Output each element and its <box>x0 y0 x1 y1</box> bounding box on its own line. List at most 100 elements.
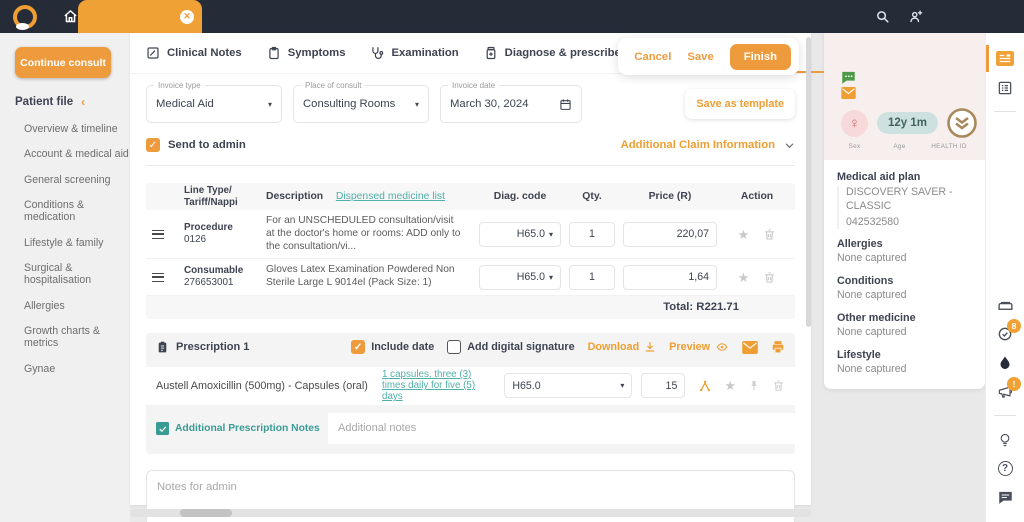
tab-examination[interactable]: Examination <box>370 46 459 60</box>
sidebar-item-account[interactable]: Account & medical aid <box>15 148 130 160</box>
price-input[interactable]: 220,07 <box>623 221 717 247</box>
invoice-line-row: Consumable 276653001 Gloves Latex Examina… <box>146 259 795 296</box>
app-logo-icon <box>13 4 37 30</box>
health-id-badge-icon[interactable] <box>947 108 977 138</box>
email-icon[interactable] <box>742 340 758 354</box>
add-patient-icon[interactable] <box>908 9 924 24</box>
rail-bed-icon[interactable] <box>986 290 1024 319</box>
medical-aid-plan-number: 042532580 <box>846 215 900 228</box>
print-icon[interactable] <box>771 340 785 354</box>
save-as-template-button[interactable]: Save as template <box>685 89 795 119</box>
sidebar-item-allergies[interactable]: Allergies <box>15 300 130 312</box>
clinical-notes-icon <box>146 46 160 60</box>
drag-handle-icon[interactable] <box>152 272 164 282</box>
chevron-down-icon: ▾ <box>548 229 553 239</box>
dispensed-medicine-list-link[interactable]: Dispensed medicine list <box>336 191 445 202</box>
clipboard-icon <box>267 46 281 60</box>
summary-section: Lifestyle None captured <box>837 348 907 375</box>
sidebar-item-lifestyle[interactable]: Lifestyle & family <box>15 237 130 249</box>
cancel-button[interactable]: Cancel <box>634 51 671 63</box>
delete-trash-icon[interactable] <box>763 228 776 241</box>
email-envelope-icon[interactable] <box>841 87 985 99</box>
rail-help-icon[interactable]: ? <box>986 454 1024 483</box>
rail-summary-icon[interactable] <box>986 73 1024 102</box>
tasks-count-badge: 8 <box>1007 319 1021 333</box>
age-label: Age <box>893 143 906 150</box>
patient-summary-card: ♀ 12y 1m Sex Age HEALTH ID Medical aid p… <box>824 33 985 390</box>
save-button[interactable]: Save <box>687 51 713 63</box>
rail-divider <box>994 111 1016 112</box>
top-bar: ✕ <box>0 0 1024 33</box>
pin-icon[interactable] <box>748 379 760 392</box>
horizontal-scrollbar-track[interactable] <box>130 509 811 517</box>
chat-message-icon[interactable] <box>841 71 985 84</box>
sidebar-item-overview[interactable]: Overview & timeline <box>15 123 130 135</box>
invoice-total: Total: R221.71 <box>146 295 795 319</box>
delete-trash-icon[interactable] <box>763 271 776 284</box>
favourite-star-icon[interactable]: ★ <box>724 379 736 392</box>
search-icon[interactable] <box>875 9 890 24</box>
rail-divider <box>994 415 1016 416</box>
drag-handle-icon[interactable] <box>152 229 164 239</box>
invoice-form-row: Invoice type Medical Aid ▾ Place of cons… <box>146 81 795 123</box>
sidebar-item-growth[interactable]: Growth charts & metrics <box>15 325 130 349</box>
consult-action-card: Cancel Save Finish <box>618 38 799 75</box>
prescription-section: Prescription 1 ✓ Include date Add digita… <box>146 332 795 454</box>
rail-tasks-icon[interactable]: 8 <box>986 319 1024 348</box>
tab-diagnose-prescribe[interactable]: Diagnose & prescribe <box>484 46 621 60</box>
send-admin-checkbox[interactable]: ✓ <box>146 138 160 152</box>
qty-input[interactable]: 1 <box>569 221 615 247</box>
eye-icon <box>716 343 728 352</box>
horizontal-scrollbar-thumb[interactable] <box>180 509 232 517</box>
rail-ink-drop-icon[interactable] <box>986 348 1024 377</box>
patient-tab[interactable]: ✕ <box>78 0 202 33</box>
chevron-down-icon: ▾ <box>267 99 272 109</box>
right-icon-rail: 8 ! ? <box>985 33 1024 522</box>
include-date-checkbox[interactable]: ✓ Include date <box>351 340 434 355</box>
rail-announcements-icon[interactable]: ! <box>986 377 1024 406</box>
sidebar-item-surgical[interactable]: Surgical & hospitalisation <box>15 262 130 286</box>
generic-substitute-icon[interactable] <box>698 379 712 393</box>
place-of-consult-select[interactable]: Place of consult Consulting Rooms ▾ <box>293 81 429 123</box>
table-header-row: Line Type/Tariff/Nappi Description Dispe… <box>146 183 795 210</box>
diag-code-select[interactable]: H65.0 ▾ <box>479 264 561 290</box>
rx-qty-input[interactable]: 15 <box>641 373 686 399</box>
continue-consult-button[interactable]: Continue consult <box>15 47 111 78</box>
prescription-medicine-row: Austell Amoxicillin (500mg) - Capsules (… <box>146 366 795 405</box>
dosage-link[interactable]: 1 capsules, three (3) times daily for fi… <box>382 369 504 402</box>
delete-trash-icon[interactable] <box>772 379 785 392</box>
rail-billing-icon[interactable] <box>986 44 1024 73</box>
favourite-star-icon[interactable]: ★ <box>738 228 750 241</box>
preview-link[interactable]: Preview <box>669 341 729 353</box>
qty-input[interactable]: 1 <box>569 264 615 290</box>
medicine-name: Austell Amoxicillin (500mg) - Capsules (… <box>156 379 368 392</box>
download-icon <box>645 342 655 352</box>
diag-code-select[interactable]: H65.0 ▾ <box>479 221 561 247</box>
vertical-scrollbar[interactable] <box>806 37 811 327</box>
rail-tips-icon[interactable] <box>986 425 1024 454</box>
invoice-type-select[interactable]: Invoice type Medical Aid ▾ <box>146 81 282 123</box>
collapse-sidebar-icon[interactable]: ‹ <box>81 95 85 109</box>
medical-aid-plan-title: Medical aid plan <box>837 171 921 183</box>
announcement-alert-badge: ! <box>1007 377 1021 391</box>
add-signature-checkbox[interactable]: Add digital signature <box>447 340 575 355</box>
patient-summary-column: ♀ 12y 1m Sex Age HEALTH ID Medical aid p… <box>811 33 985 522</box>
finish-button[interactable]: Finish <box>729 43 791 70</box>
sidebar-item-gynae[interactable]: Gynae <box>15 363 130 375</box>
tab-close-icon[interactable]: ✕ <box>180 9 194 24</box>
download-link[interactable]: Download <box>588 341 657 353</box>
rx-diag-code-select[interactable]: H65.0 ▾ <box>504 373 633 399</box>
tab-clinical-notes[interactable]: Clinical Notes <box>146 46 242 60</box>
favourite-star-icon[interactable]: ★ <box>738 271 750 284</box>
home-icon[interactable] <box>63 9 78 24</box>
notes-edit-icon <box>156 421 169 435</box>
sidebar-item-screening[interactable]: General screening <box>15 174 130 186</box>
sidebar-item-conditions[interactable]: Conditions & medication <box>15 199 130 223</box>
additional-notes-input[interactable] <box>328 412 795 444</box>
additional-claim-toggle[interactable]: Additional Claim Information <box>621 139 795 151</box>
price-input[interactable]: 1,64 <box>623 264 717 290</box>
rail-feedback-icon[interactable] <box>986 483 1024 512</box>
patient-file-header: Patient file ‹ <box>15 95 86 109</box>
tab-symptoms[interactable]: Symptoms <box>267 46 345 60</box>
invoice-date-field[interactable]: Invoice date March 30, 2024 <box>440 81 582 123</box>
